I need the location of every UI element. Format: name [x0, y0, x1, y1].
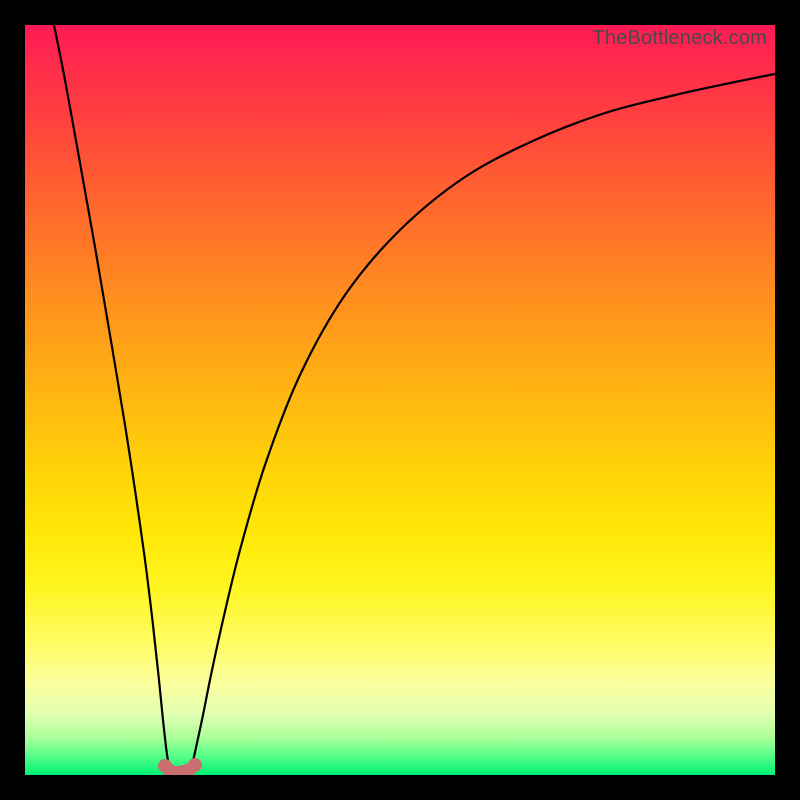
plot-area: TheBottleneck.com	[25, 25, 775, 775]
chart-svg	[25, 25, 775, 775]
data-marker	[188, 758, 202, 772]
marker-group	[158, 758, 202, 775]
curve-right_ascent	[190, 74, 775, 771]
watermark-text: TheBottleneck.com	[592, 27, 767, 50]
curve-group	[54, 25, 775, 771]
chart-frame: TheBottleneck.com	[0, 0, 800, 800]
curve-left_descent	[54, 25, 170, 771]
